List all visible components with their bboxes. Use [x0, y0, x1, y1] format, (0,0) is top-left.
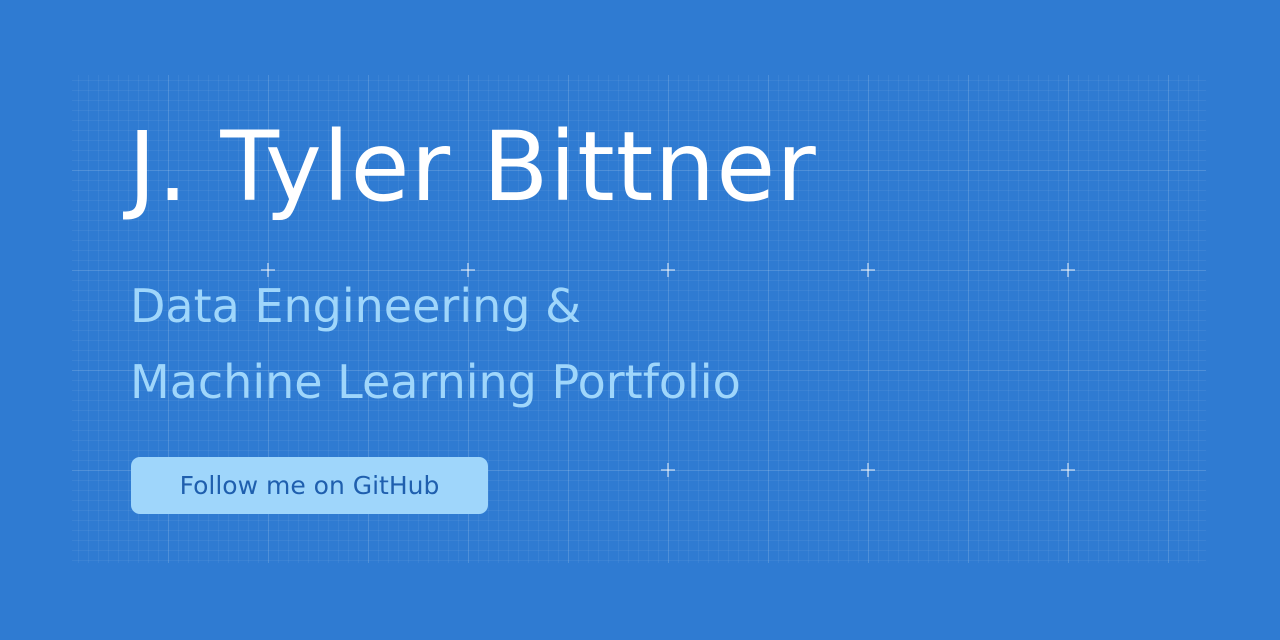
page-subtitle: Data Engineering & Machine Learning Port…	[130, 268, 741, 420]
grid-crosshair-mark	[861, 463, 875, 477]
subtitle-line-1: Data Engineering &	[130, 279, 581, 333]
page-title: J. Tyler Bittner	[128, 111, 817, 223]
grid-crosshair-mark	[1061, 463, 1075, 477]
subtitle-line-2: Machine Learning Portfolio	[130, 355, 741, 409]
page: J. Tyler Bittner Data Engineering & Mach…	[0, 0, 1280, 640]
follow-github-button[interactable]: Follow me on GitHub	[131, 457, 488, 514]
grid-crosshair-mark	[861, 263, 875, 277]
grid-crosshair-mark	[1061, 263, 1075, 277]
grid-crosshair-mark	[661, 463, 675, 477]
